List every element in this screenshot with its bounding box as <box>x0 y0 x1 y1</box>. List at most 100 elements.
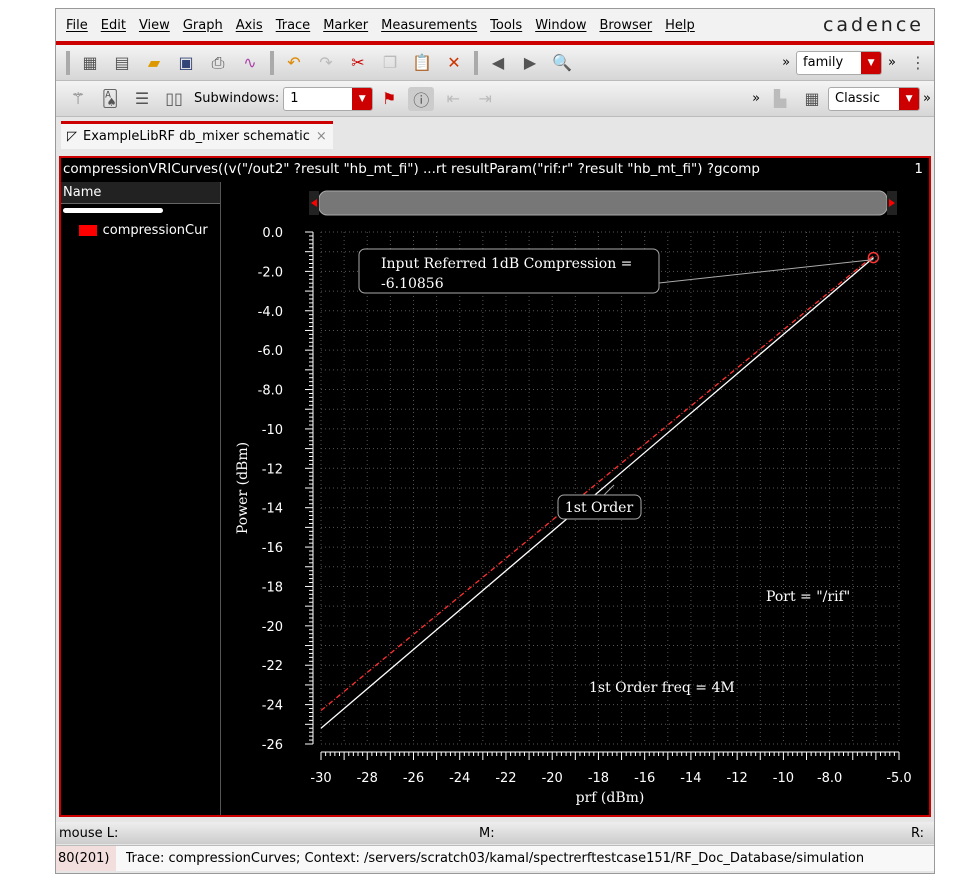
new-subwindow-icon[interactable]: ▤ <box>109 51 135 75</box>
x-tick-label: -8.0 <box>817 771 842 786</box>
stacked-layout-icon[interactable]: ☰ <box>129 87 155 111</box>
copy-icon[interactable]: ❐ <box>377 51 403 75</box>
menu-view[interactable]: View <box>139 18 170 33</box>
print-icon[interactable]: ⎙ <box>205 51 231 75</box>
undo-icon[interactable]: ↶ <box>281 51 307 75</box>
family-value: family <box>803 55 844 70</box>
toolbar-separator <box>270 50 274 75</box>
close-icon[interactable]: × <box>316 129 327 144</box>
schematic-icon: ◸ <box>67 129 77 144</box>
x-tick-label: -22 <box>495 771 516 786</box>
cadence-logo: cadence <box>822 14 924 36</box>
chevron-down-icon: ▼ <box>861 51 882 74</box>
cut-icon[interactable]: ✂ <box>345 51 371 75</box>
subwindows-value: 1 <box>290 91 299 106</box>
screenshot-icon[interactable]: ∿ <box>237 51 263 75</box>
message-bar: 80(201) Trace: compressionCurves; Contex… <box>56 845 934 871</box>
paste-icon[interactable]: 📋 <box>409 51 435 75</box>
x-tick-label: -18 <box>588 771 609 786</box>
arrow-right-icon[interactable]: ⇥ <box>472 87 498 111</box>
back-icon[interactable]: ◀ <box>485 51 511 75</box>
y-tick-label: -16 <box>262 541 283 556</box>
mouse-middle-status: M: <box>479 825 495 841</box>
series-line-compressioncurves <box>320 257 874 729</box>
info-icon[interactable]: ⓘ <box>408 86 435 111</box>
y-tick-label: -18 <box>262 580 283 595</box>
menu-marker[interactable]: Marker <box>323 18 368 33</box>
y-tick-label: -10 <box>262 423 283 438</box>
tab-schematic[interactable]: ◸ ExampleLibRF db_mixer schematic × <box>61 121 333 149</box>
y-tick-label: -4.0 <box>258 305 283 320</box>
menu-trace[interactable]: Trace <box>276 18 311 33</box>
marker-label-line1: Input Referred 1dB Compression = <box>381 256 632 272</box>
menu-edit[interactable]: Edit <box>101 18 126 33</box>
x-axis-label: prf (dBm) <box>576 790 645 806</box>
menu-tools[interactable]: Tools <box>490 18 522 33</box>
redo-icon[interactable]: ↷ <box>313 51 339 75</box>
cards-icon[interactable]: 🂡 <box>97 87 123 111</box>
y-tick-label: -14 <box>262 502 283 517</box>
y-tick-label: -6.0 <box>258 344 283 359</box>
mouse-status-bar: mouse L: M: R: <box>56 822 934 844</box>
menu-file[interactable]: File <box>66 18 88 33</box>
x-tick-label: -5.0 <box>886 771 911 786</box>
style-select[interactable]: Classic ▼ <box>828 86 921 111</box>
open-folder-icon[interactable]: ▰ <box>141 51 167 75</box>
port-label: Port = "/rif" <box>766 589 850 605</box>
x-tick-label: -14 <box>680 771 701 786</box>
menu-window[interactable]: Window <box>535 18 586 33</box>
freq-label: 1st Order freq = 4M <box>589 680 735 696</box>
wand-icon[interactable]: ⚚ <box>65 87 91 111</box>
subwindows-label: Subwindows: <box>194 91 280 106</box>
menu-help[interactable]: Help <box>665 18 695 33</box>
x-tick-label: -16 <box>634 771 655 786</box>
subwindows-select[interactable]: 1 ▼ <box>283 86 374 111</box>
menu-measurements[interactable]: Measurements <box>381 18 477 33</box>
chevron-down-icon: ▼ <box>352 87 373 110</box>
delete-icon[interactable]: ✕ <box>441 51 467 75</box>
x-tick-label: -10 <box>773 771 794 786</box>
style-value: Classic <box>835 91 880 106</box>
point-count: 80(201) <box>56 846 116 871</box>
y-tick-label: -8.0 <box>258 384 283 399</box>
grid-icon[interactable]: ⋮ <box>905 51 931 75</box>
status-message: Trace: compressionCurves; Context: /serv… <box>125 851 865 866</box>
calculator-icon[interactable]: ▦ <box>799 87 825 111</box>
series-line-1st-order <box>320 255 874 712</box>
x-tick-label: -28 <box>357 771 378 786</box>
tab-bar: ◸ ExampleLibRF db_mixer schematic × <box>56 117 934 149</box>
y-tick-label: -2.0 <box>258 265 283 280</box>
y-tick-label: -24 <box>262 699 283 714</box>
y-tick-label: -12 <box>262 462 283 477</box>
zoom-icon[interactable]: 🔍 <box>549 51 575 75</box>
new-window-icon[interactable]: ▦ <box>77 51 103 75</box>
menu-browser[interactable]: Browser <box>599 18 652 33</box>
toolbar-grip[interactable] <box>66 50 70 75</box>
menu-bar: File Edit View Graph Axis Trace Marker M… <box>56 9 934 45</box>
y-tick-label: -22 <box>262 659 283 674</box>
arrow-left-icon[interactable]: ⇤ <box>440 87 466 111</box>
more-icon[interactable]: » <box>782 55 790 70</box>
x-tick-label: -24 <box>449 771 470 786</box>
mouse-right-status: R: <box>910 825 924 841</box>
histogram-icon[interactable]: ▙ <box>767 87 793 111</box>
x-scrollbar <box>318 190 888 216</box>
plot-area[interactable]: -30 -28 -26 -24 -22 -20 -18 -16 -14 -12 -10 -8.0 -5.… <box>61 158 929 815</box>
x-tick-label: -26 <box>403 771 424 786</box>
menu-graph[interactable]: Graph <box>183 18 223 33</box>
flag-icon[interactable]: ⚑ <box>376 87 402 111</box>
y-tick-label: -26 <box>262 738 283 753</box>
more-icon[interactable]: » <box>752 91 760 106</box>
save-icon[interactable]: ▣ <box>173 51 199 75</box>
more-icon[interactable]: » <box>923 91 931 106</box>
menu-axis[interactable]: Axis <box>236 18 263 33</box>
y-axis-label: Power (dBm) <box>235 442 251 534</box>
side-layout-icon[interactable]: ▯▯ <box>161 87 187 111</box>
main-toolbar: ▦ ▤ ▰ ▣ ⎙ ∿ ↶ ↷ ✂ ❐ 📋 ✕ ◀ ▶ 🔍 » family ▼ … <box>56 45 934 81</box>
forward-icon[interactable]: ▶ <box>517 51 543 75</box>
tab-label: ExampleLibRF db_mixer schematic <box>83 129 310 144</box>
mouse-left-status: mouse L: <box>59 825 119 841</box>
more-icon[interactable]: » <box>888 55 896 70</box>
marker-label-line2: -6.10856 <box>381 276 444 292</box>
family-select[interactable]: family ▼ <box>796 50 883 75</box>
